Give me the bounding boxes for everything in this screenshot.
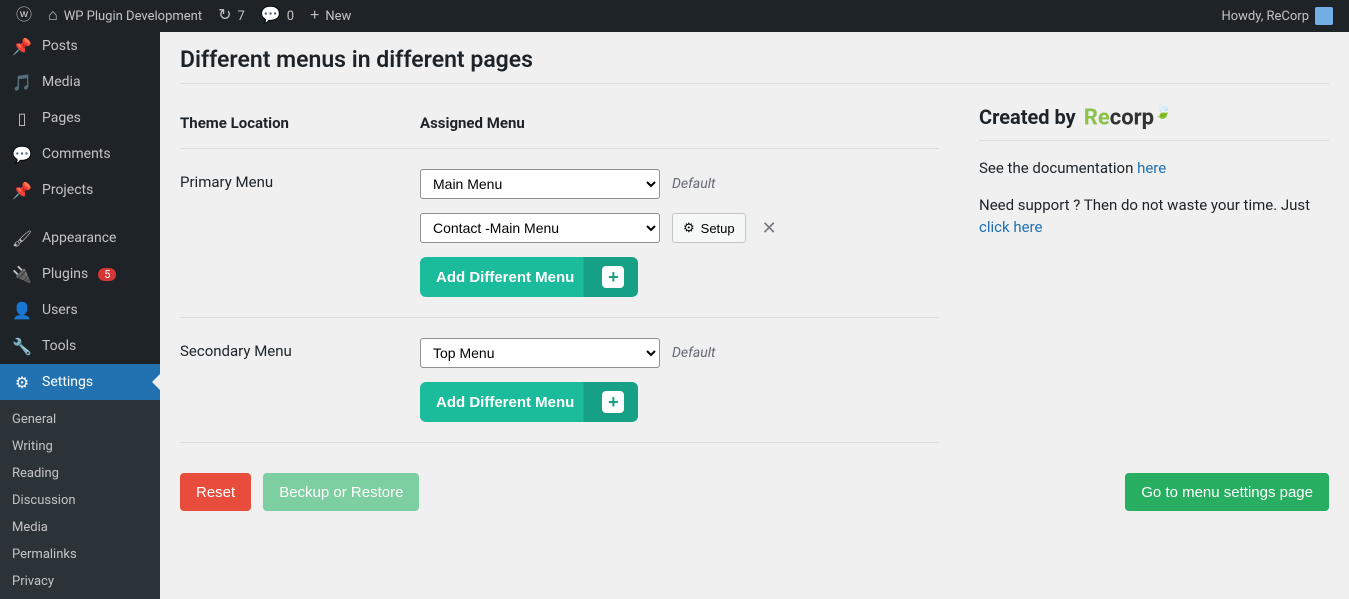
add-different-menu-button[interactable]: Add Different Menu + xyxy=(420,382,638,422)
plus-icon: + xyxy=(310,8,319,24)
sidebar-item-appearance[interactable]: 🖌 Appearance xyxy=(0,220,160,256)
action-buttons: Reset Beckup or Restore Go to menu setti… xyxy=(180,473,1329,511)
plus-icon: + xyxy=(602,391,624,413)
user-icon: 👤 xyxy=(12,300,32,320)
sub-item-permalinks[interactable]: Permalinks xyxy=(0,541,160,568)
pin-icon: 📌 xyxy=(12,180,32,200)
th-location: Theme Location xyxy=(180,104,420,149)
sidebar-item-comments[interactable]: 💬 Comments xyxy=(0,136,160,172)
remove-icon[interactable]: ✕ xyxy=(758,218,781,239)
add-menu-label: Add Different Menu xyxy=(436,269,574,286)
doc-text: See the documentation here xyxy=(979,157,1329,180)
sidebar-item-label: Tools xyxy=(42,338,76,354)
sub-item-reading[interactable]: Reading xyxy=(0,460,160,487)
assigned-menu-select[interactable]: Top Menu xyxy=(420,338,660,368)
sidebar-item-label: Media xyxy=(42,74,81,90)
gear-icon: ⚙ xyxy=(683,220,695,236)
support-link[interactable]: click here xyxy=(979,218,1042,236)
locations-table: Theme Location Assigned Menu Primary Men… xyxy=(180,104,939,443)
brand-logo: Recorp🍃 xyxy=(1084,104,1172,130)
created-by-label: Created by xyxy=(979,105,1076,129)
location-name: Primary Menu xyxy=(180,149,420,318)
sidebar-item-label: Comments xyxy=(42,146,111,162)
sidebar-item-pages[interactable]: ▯ Pages xyxy=(0,100,160,136)
sidebar-item-plugins[interactable]: 🔌 Plugins 5 xyxy=(0,256,160,292)
sidebar-item-tools[interactable]: 🔧 Tools xyxy=(0,328,160,364)
reset-button[interactable]: Reset xyxy=(180,473,251,511)
refresh-icon: ↻ xyxy=(218,8,231,24)
sidebar-item-settings[interactable]: ⚙ Settings xyxy=(0,364,160,400)
sidebar-item-projects[interactable]: 📌 Projects xyxy=(0,172,160,208)
admin-toolbar: ⓦ ⌂WP Plugin Development ↻7 💬0 +New Howd… xyxy=(0,0,1349,32)
sub-item-media[interactable]: Media xyxy=(0,514,160,541)
comment-icon: 💬 xyxy=(12,144,32,164)
sub-item-general[interactable]: General xyxy=(0,406,160,433)
wp-logo[interactable]: ⓦ xyxy=(8,0,40,32)
comment-icon: 💬 xyxy=(261,8,281,24)
location-assigned: Main Menu Default Contact -Main Menu ⚙ Setup… xyxy=(420,149,939,318)
updates-link[interactable]: ↻7 xyxy=(210,0,253,32)
main-column: Theme Location Assigned Menu Primary Men… xyxy=(180,104,939,443)
wrench-icon: 🔧 xyxy=(12,336,32,356)
howdy-label: Howdy, ReCorp xyxy=(1221,9,1309,24)
pin-icon: 📌 xyxy=(12,36,32,56)
plugins-update-badge: 5 xyxy=(98,268,116,281)
sidebar-item-label: Plugins xyxy=(42,266,88,282)
site-name-link[interactable]: ⌂ WP Plugin Development xyxy=(40,0,210,32)
extra-menu-select[interactable]: Contact -Main Menu xyxy=(420,213,660,243)
backup-restore-button[interactable]: Beckup or Restore xyxy=(263,473,419,511)
sliders-icon: ⚙ xyxy=(12,372,32,392)
add-menu-label: Add Different Menu xyxy=(436,394,574,411)
account-link[interactable]: Howdy, ReCorp xyxy=(1213,0,1341,32)
location-assigned: Top Menu Default Add Different Menu + xyxy=(420,318,939,443)
updates-count: 7 xyxy=(238,9,245,24)
plug-icon: 🔌 xyxy=(12,264,32,284)
content-area: Different menus in different pages Theme… xyxy=(160,32,1349,599)
sidebar-item-label: Settings xyxy=(42,374,93,390)
sub-item-discussion[interactable]: Discussion xyxy=(0,487,160,514)
default-label: Default xyxy=(672,176,715,192)
setup-label: Setup xyxy=(701,221,735,236)
wordpress-icon: ⓦ xyxy=(16,8,32,24)
media-icon: 🎵 xyxy=(12,72,32,92)
page-icon: ▯ xyxy=(12,108,32,128)
sidebar-item-label: Posts xyxy=(42,38,78,54)
sidebar-item-media[interactable]: 🎵 Media xyxy=(0,64,160,100)
setup-button[interactable]: ⚙ Setup xyxy=(672,213,746,243)
default-label: Default xyxy=(672,345,715,361)
settings-submenu: General Writing Reading Discussion Media… xyxy=(0,400,160,599)
sub-item-privacy[interactable]: Privacy xyxy=(0,568,160,595)
admin-sidebar: 📌 Posts 🎵 Media ▯ Pages 💬 Comments 📌 Projects… xyxy=(0,32,160,599)
sidebar-item-label: Pages xyxy=(42,110,81,126)
sidebar-item-label: Users xyxy=(42,302,78,318)
brush-icon: 🖌 xyxy=(12,228,32,248)
sidebar-column: Created by Recorp🍃 See the documentation… xyxy=(969,104,1329,443)
add-different-menu-button[interactable]: Add Different Menu + xyxy=(420,257,638,297)
sidebar-item-label: Projects xyxy=(42,182,93,198)
sub-item-writing[interactable]: Writing xyxy=(0,433,160,460)
page-title: Different menus in different pages xyxy=(180,42,1329,83)
site-name-label: WP Plugin Development xyxy=(64,9,202,24)
sidebar-item-posts[interactable]: 📌 Posts xyxy=(0,32,160,64)
home-icon: ⌂ xyxy=(48,8,58,24)
comments-link[interactable]: 💬0 xyxy=(253,0,302,32)
created-by-heading: Created by Recorp🍃 xyxy=(979,104,1329,130)
new-content-link[interactable]: + New xyxy=(302,0,359,32)
sub-item-different-menus[interactable]: Different Menus xyxy=(0,595,160,599)
location-name: Secondary Menu xyxy=(180,318,420,443)
goto-menu-settings-button[interactable]: Go to menu settings page xyxy=(1125,473,1329,511)
plus-icon: + xyxy=(602,266,624,288)
sidebar-item-users[interactable]: 👤 Users xyxy=(0,292,160,328)
sidebar-item-label: Appearance xyxy=(42,230,116,246)
avatar xyxy=(1315,7,1333,25)
new-label: New xyxy=(325,9,351,24)
assigned-menu-select[interactable]: Main Menu xyxy=(420,169,660,199)
doc-link[interactable]: here xyxy=(1137,159,1166,177)
support-text: Need support ? Then do not waste your ti… xyxy=(979,194,1329,239)
comments-count: 0 xyxy=(287,9,294,24)
th-assigned: Assigned Menu xyxy=(420,104,939,149)
